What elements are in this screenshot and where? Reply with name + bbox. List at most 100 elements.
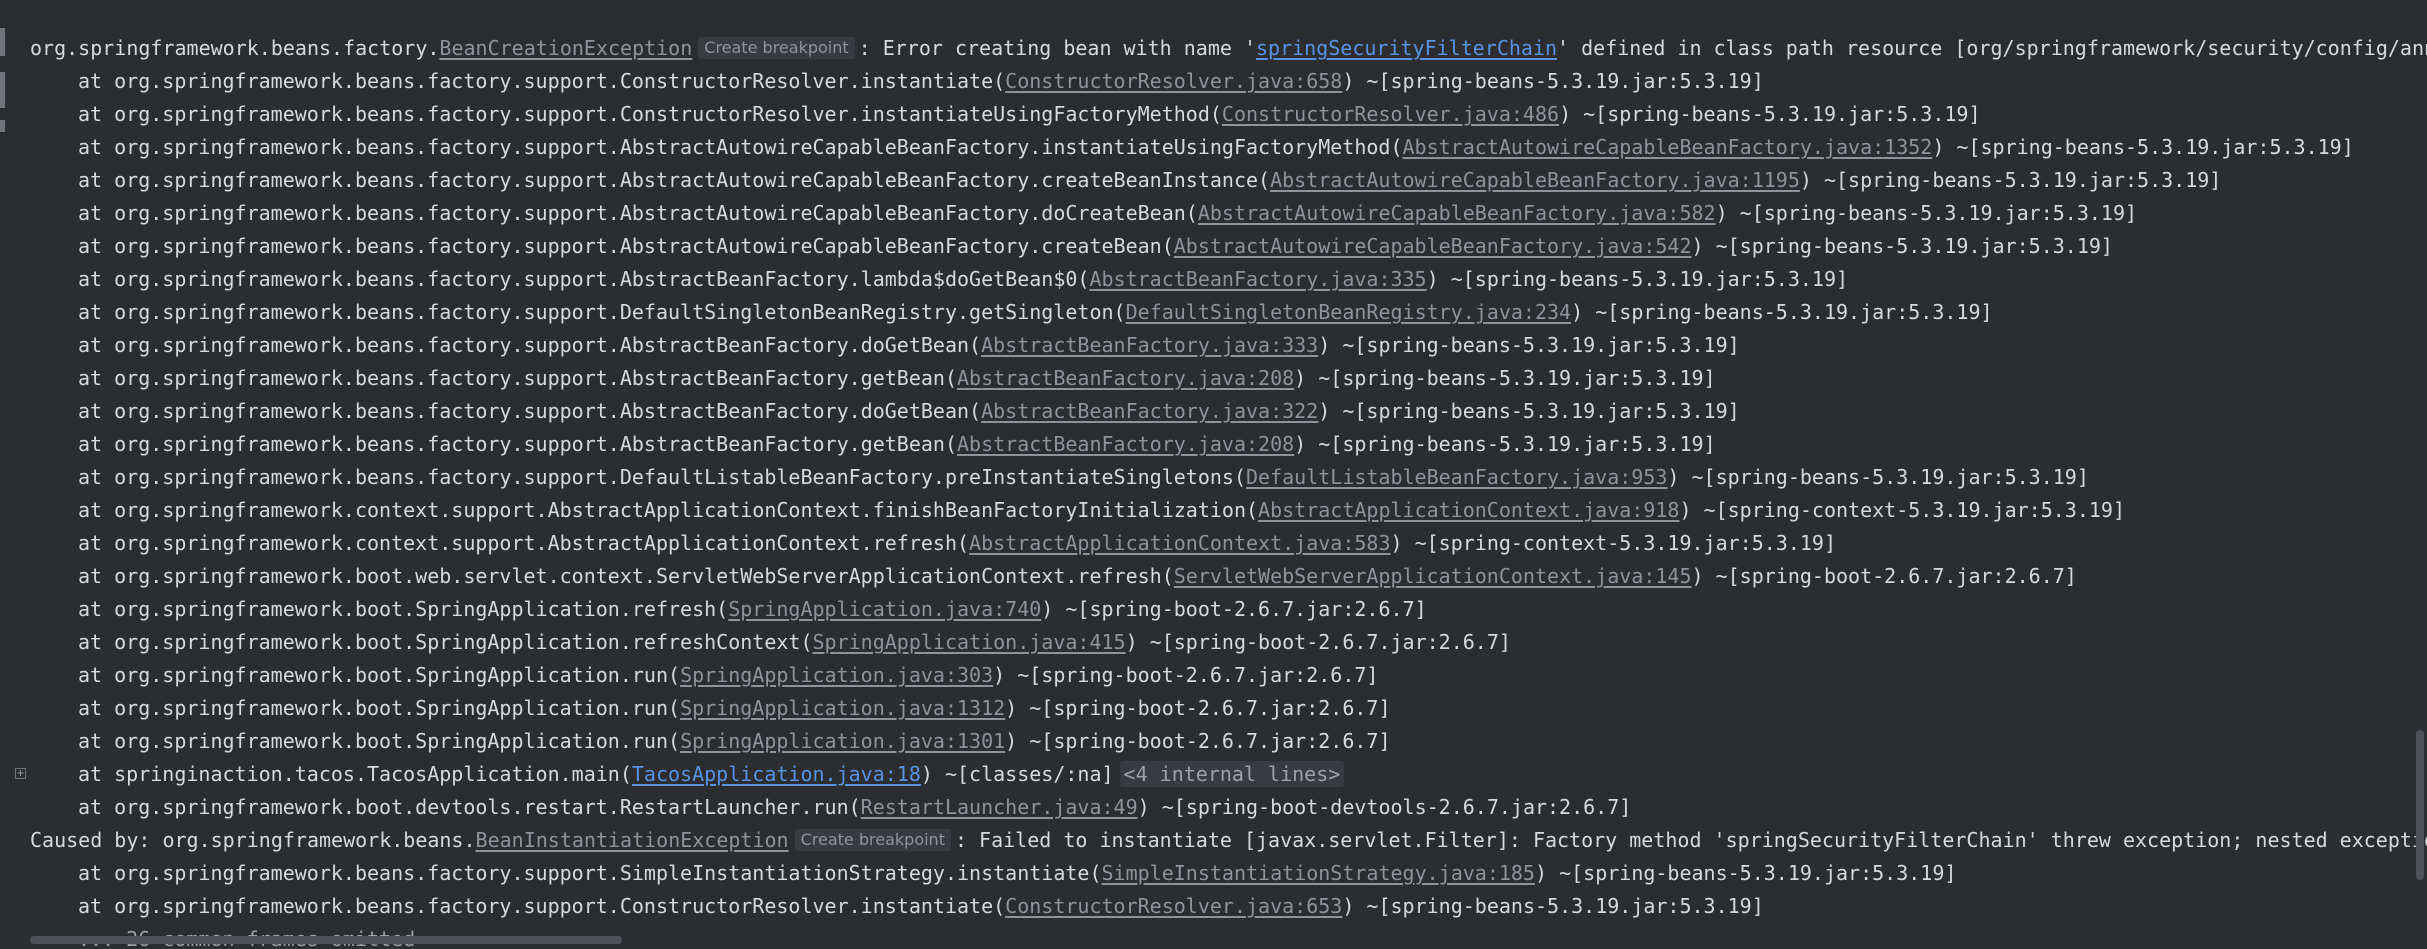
frame-method: at org.springframework.beans.factory.sup… — [78, 69, 1006, 93]
stack-frame: at org.springframework.beans.factory.sup… — [30, 65, 2427, 98]
frame-source-link[interactable]: AbstractBeanFactory.java:333 — [981, 333, 1318, 357]
frame-source-link[interactable]: AbstractApplicationContext.java:583 — [969, 531, 1390, 555]
frame-source-link[interactable]: AbstractBeanFactory.java:335 — [1089, 267, 1426, 291]
frame-method: at org.springframework.beans.factory.sup… — [78, 135, 1403, 159]
frame-source-link[interactable]: AbstractAutowireCapableBeanFactory.java:… — [1270, 168, 1800, 192]
frame-jar: ) ~[spring-beans-5.3.19.jar:5.3.19] — [1559, 102, 1981, 126]
frame-jar: ) ~[spring-beans-5.3.19.jar:5.3.19] — [1426, 267, 1849, 291]
frame-jar: ) ~[spring-context-5.3.19.jar:5.3.19] — [1679, 498, 2125, 522]
frame-jar: ) ~[spring-context-5.3.19.jar:5.3.19] — [1390, 531, 1837, 555]
frame-method: at org.springframework.boot.devtools.res… — [78, 795, 861, 819]
frame-method: at org.springframework.beans.factory.sup… — [78, 366, 957, 390]
frame-jar: ) ~[spring-beans-5.3.19.jar:5.3.19] — [1799, 168, 2222, 192]
frame-method: at org.springframework.beans.factory.sup… — [78, 894, 1006, 918]
stack-frame: at org.springframework.boot.SpringApplic… — [30, 659, 2427, 692]
frame-method: at org.springframework.boot.SpringApplic… — [78, 696, 681, 720]
frame-source-link[interactable]: ConstructorResolver.java:486 — [1222, 102, 1559, 126]
frame-source-link[interactable]: AbstractAutowireCapableBeanFactory.java:… — [1198, 201, 1716, 225]
stack-frame: at org.springframework.boot.SpringApplic… — [30, 725, 2427, 758]
exception-class-link[interactable]: BeanCreationException — [439, 36, 692, 60]
frame-method: at org.springframework.beans.factory.sup… — [78, 234, 1174, 258]
frame-source-link[interactable]: RestartLauncher.java:49 — [861, 795, 1138, 819]
frame-method: at springinaction.tacos.TacosApplication… — [78, 762, 632, 786]
frame-source-link[interactable]: AbstractBeanFactory.java:322 — [981, 399, 1318, 423]
frame-source-link[interactable]: ConstructorResolver.java:658 — [1005, 69, 1342, 93]
stack-frame: at org.springframework.boot.SpringApplic… — [30, 593, 2427, 626]
restart-frame: at org.springframework.boot.devtools.res… — [30, 791, 2427, 824]
frame-jar: ) ~[spring-beans-5.3.19.jar:5.3.19] — [1534, 861, 1957, 885]
horizontal-scrollbar[interactable] — [30, 936, 622, 944]
caused-frame-list: at org.springframework.beans.factory.sup… — [30, 857, 2427, 923]
vertical-scrollbar[interactable] — [2416, 730, 2424, 880]
stack-frame: at org.springframework.boot.SpringApplic… — [30, 692, 2427, 725]
frame-method: at org.springframework.beans.factory.sup… — [78, 861, 1102, 885]
frame-method: at org.springframework.beans.factory.sup… — [78, 168, 1271, 192]
internal-lines-fold[interactable]: <4 internal lines> — [1119, 761, 1345, 787]
frame-jar: ) ~[spring-boot-devtools-2.6.7.jar:2.6.7… — [1137, 795, 1632, 819]
frame-source-link[interactable]: AbstractBeanFactory.java:208 — [957, 432, 1294, 456]
frame-jar: ) ~[spring-beans-5.3.19.jar:5.3.19] — [1715, 201, 2138, 225]
stack-frame: at org.springframework.beans.factory.sup… — [30, 857, 2427, 890]
frame-method: at org.springframework.boot.SpringApplic… — [78, 729, 681, 753]
frame-jar: ) ~[spring-beans-5.3.19.jar:5.3.19] — [1318, 333, 1740, 357]
frame-source-link[interactable]: TacosApplication.java:18 — [632, 762, 921, 786]
stack-frame: at org.springframework.beans.factory.sup… — [30, 890, 2427, 923]
create-breakpoint-button[interactable]: Create breakpoint — [794, 829, 951, 851]
frame-method: at org.springframework.beans.factory.sup… — [78, 267, 1090, 291]
stack-frame: at org.springframework.boot.web.servlet.… — [30, 560, 2427, 593]
frame-source-link[interactable]: SimpleInstantiationStrategy.java:185 — [1102, 861, 1535, 885]
frame-jar: ) ~[spring-boot-2.6.7.jar:2.6.7] — [1691, 564, 2077, 588]
create-breakpoint-button[interactable]: Create breakpoint — [698, 37, 855, 59]
frame-source-link[interactable]: SpringApplication.java:415 — [813, 630, 1126, 654]
frame-source-link[interactable]: AbstractBeanFactory.java:208 — [957, 366, 1294, 390]
frame-source-link[interactable]: ServletWebServerApplicationContext.java:… — [1174, 564, 1692, 588]
frame-jar: ) ~[spring-beans-5.3.19.jar:5.3.19] — [1318, 399, 1740, 423]
frame-source-link[interactable]: SpringApplication.java:1301 — [680, 729, 1005, 753]
frame-jar: ) ~[spring-boot-2.6.7.jar:2.6.7] — [1005, 729, 1391, 753]
frame-source-link[interactable]: SpringApplication.java:740 — [728, 597, 1041, 621]
gutter-marker — [0, 72, 5, 108]
frame-jar: ) ~[spring-beans-5.3.19.jar:5.3.19] — [1932, 135, 2354, 159]
stack-frame: at org.springframework.beans.factory.sup… — [30, 395, 2427, 428]
stack-frame: at org.springframework.beans.factory.sup… — [30, 131, 2427, 164]
frame-method: at org.springframework.beans.factory.sup… — [78, 300, 1126, 324]
frame-source-link[interactable]: AbstractApplicationContext.java:918 — [1258, 498, 1679, 522]
exception-line: org.springframework.beans.factory.BeanCr… — [30, 32, 2427, 65]
caused-by-class-link[interactable]: BeanInstantiationException — [476, 828, 789, 852]
frame-jar: ) ~[spring-beans-5.3.19.jar:5.3.19] — [1342, 894, 1764, 918]
stack-frame: at org.springframework.context.support.A… — [30, 527, 2427, 560]
frame-method: at org.springframework.beans.factory.sup… — [78, 102, 1222, 126]
frame-source-link[interactable]: SpringApplication.java:1312 — [680, 696, 1005, 720]
stack-frame: at org.springframework.beans.factory.sup… — [30, 197, 2427, 230]
frame-source-link[interactable]: DefaultSingletonBeanRegistry.java:234 — [1126, 300, 1572, 324]
frame-method: at org.springframework.boot.web.servlet.… — [78, 564, 1174, 588]
frame-source-link[interactable]: SpringApplication.java:303 — [680, 663, 993, 687]
frame-source-link[interactable]: ConstructorResolver.java:653 — [1005, 894, 1342, 918]
caused-by-message: : Failed to instantiate [javax.servlet.F… — [954, 828, 2427, 852]
stack-frame: at org.springframework.boot.SpringApplic… — [30, 626, 2427, 659]
frame-jar: ) ~[spring-beans-5.3.19.jar:5.3.19] — [1294, 366, 1716, 390]
frame-method: at org.springframework.beans.factory.sup… — [78, 432, 957, 456]
frame-method: at org.springframework.beans.factory.sup… — [78, 201, 1198, 225]
exception-message: : Error creating bean with name ' — [858, 36, 1256, 60]
frame-method: at org.springframework.context.support.A… — [78, 531, 970, 555]
stack-frame: at org.springframework.context.support.A… — [30, 494, 2427, 527]
stack-frame: at org.springframework.beans.factory.sup… — [30, 98, 2427, 131]
frame-jar: ) ~[spring-beans-5.3.19.jar:5.3.19] — [1342, 69, 1764, 93]
frame-jar: ) ~[spring-beans-5.3.19.jar:5.3.19] — [1667, 465, 2089, 489]
exception-message-rest: ' defined in class path resource [org/sp… — [1557, 36, 2427, 60]
frame-method: at org.springframework.boot.SpringApplic… — [78, 630, 813, 654]
plus-box-icon[interactable]: + — [15, 768, 26, 779]
frame-jar: ) ~[spring-beans-5.3.19.jar:5.3.19] — [1294, 432, 1716, 456]
exception-package: org.springframework.beans.factory. — [30, 36, 440, 60]
stack-frame: at org.springframework.beans.factory.sup… — [30, 230, 2427, 263]
frame-source-link[interactable]: AbstractAutowireCapableBeanFactory.java:… — [1403, 135, 1933, 159]
frame-jar: ) ~[spring-boot-2.6.7.jar:2.6.7] — [993, 663, 1379, 687]
frame-source-link[interactable]: DefaultListableBeanFactory.java:953 — [1246, 465, 1667, 489]
stack-frame: at org.springframework.beans.factory.sup… — [30, 461, 2427, 494]
frame-jar: ) ~[spring-boot-2.6.7.jar:2.6.7] — [1125, 630, 1511, 654]
frame-list: at org.springframework.beans.factory.sup… — [30, 65, 2427, 758]
frame-source-link[interactable]: AbstractAutowireCapableBeanFactory.java:… — [1174, 234, 1692, 258]
bean-name-link[interactable]: springSecurityFilterChain — [1256, 36, 1557, 60]
stack-frame: at org.springframework.beans.factory.sup… — [30, 329, 2427, 362]
